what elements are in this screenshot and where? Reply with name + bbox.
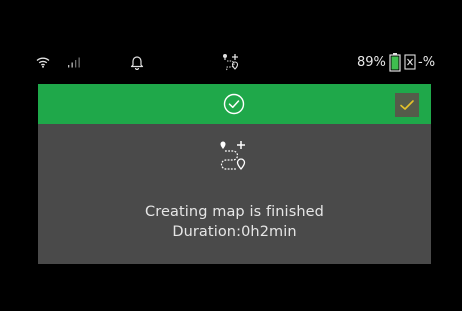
close-box-icon	[404, 48, 416, 76]
screen: 89% -% Creating map is finished Duration…	[0, 0, 462, 311]
map-route-icon	[220, 48, 242, 76]
bell-icon	[130, 48, 144, 76]
confirm-button[interactable]	[395, 93, 419, 117]
signal-bars-icon	[67, 48, 83, 76]
dialog-header	[38, 84, 431, 124]
map-finished-dialog: Creating map is finished Duration:0h2min	[38, 84, 431, 264]
battery-percent: 89%	[357, 54, 386, 70]
wifi-icon	[36, 48, 50, 76]
message-title: Creating map is finished	[145, 204, 324, 220]
check-circle-icon	[223, 93, 245, 115]
map-route-icon	[214, 138, 254, 178]
status-suffix: -%	[418, 54, 436, 70]
dialog-body: Creating map is finished Duration:0h2min	[38, 124, 431, 264]
battery-icon	[389, 48, 401, 76]
checkmark-icon	[400, 100, 414, 110]
status-bar: 89% -%	[0, 48, 462, 76]
message-duration: Duration:0h2min	[172, 224, 297, 240]
